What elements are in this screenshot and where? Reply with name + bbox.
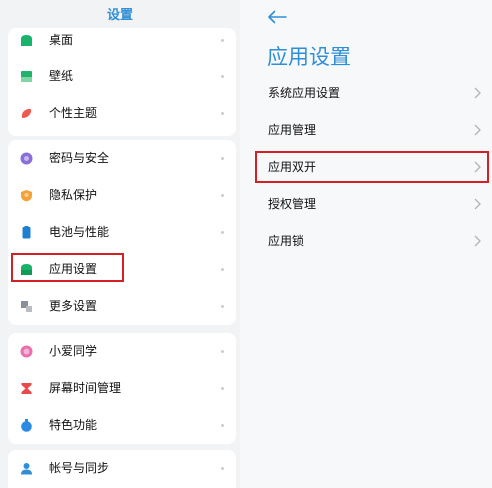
chevron-right-icon [474, 87, 481, 99]
privacy-icon [21, 190, 32, 202]
chevron-right-icon [221, 387, 224, 390]
list-item-label: 授权管理 [268, 197, 317, 211]
list-item-label: 应用锁 [268, 234, 305, 248]
more-settings-icon [21, 301, 32, 312]
list-item-app-management[interactable]: 应用管理 [240, 112, 492, 148]
settings-group-account: 帐号与同步 [8, 450, 236, 488]
battery-icon [22, 226, 31, 239]
screen-time-icon [21, 383, 32, 394]
menu-item-account-sync[interactable]: 帐号与同步 [8, 450, 236, 487]
menu-item-label: 桌面 [49, 33, 74, 47]
menu-item-password-security[interactable]: 密码与安全 [8, 140, 236, 177]
features-icon [21, 419, 32, 432]
chevron-right-icon [221, 350, 224, 353]
chevron-right-icon [221, 112, 224, 115]
settings-group-system: 密码与安全 隐私保护 电池与性能 应用设置 更多设置 [8, 140, 236, 325]
chevron-right-icon [474, 198, 481, 210]
chevron-right-icon [221, 39, 224, 42]
menu-item-more-settings[interactable]: 更多设置 [8, 288, 236, 325]
chevron-right-icon [221, 231, 224, 234]
highlight-box-app-settings [11, 253, 124, 282]
chevron-right-icon [221, 305, 224, 308]
menu-item-label: 特色功能 [49, 418, 98, 432]
app-settings-pane: 应用设置 系统应用设置 应用管理 应用双开 授权管理 应用锁 [240, 0, 492, 488]
chevron-right-icon [221, 157, 224, 160]
menu-item-label: 壁纸 [49, 69, 74, 83]
list-item-label: 应用管理 [268, 123, 317, 137]
chevron-right-icon [221, 75, 224, 78]
desktop-icon [21, 35, 32, 46]
menu-item-label: 小爱同学 [49, 344, 98, 358]
page-title: 应用设置 [267, 45, 351, 69]
settings-group-features: 小爱同学 屏幕时间管理 特色功能 [8, 333, 236, 444]
menu-item-screen-time[interactable]: 屏幕时间管理 [8, 370, 236, 407]
list-item-label: 系统应用设置 [268, 86, 341, 100]
chevron-right-icon [221, 467, 224, 470]
menu-item-privacy[interactable]: 隐私保护 [8, 177, 236, 214]
menu-item-label: 更多设置 [49, 299, 98, 313]
menu-item-label: 电池与性能 [49, 225, 110, 239]
settings-menu-pane: 设置 桌面 壁纸 个性主题 密码与安全 隐私保护 电池与性能 应用设置 更多设置… [0, 0, 240, 488]
account-sync-icon [21, 463, 32, 475]
menu-item-label: 帐号与同步 [49, 461, 110, 475]
menu-item-wallpaper[interactable]: 壁纸 [8, 58, 236, 95]
menu-item-label: 密码与安全 [49, 151, 110, 165]
list-item-system-app-settings[interactable]: 系统应用设置 [240, 75, 492, 111]
chevron-right-icon [221, 268, 224, 271]
chevron-right-icon [474, 124, 481, 136]
menu-item-theme[interactable]: 个性主题 [8, 95, 236, 132]
chevron-right-icon [221, 194, 224, 197]
theme-icon [21, 108, 32, 118]
settings-group-display: 桌面 壁纸 个性主题 [8, 28, 236, 136]
menu-item-label: 个性主题 [49, 106, 98, 120]
menu-item-xiaoai[interactable]: 小爱同学 [8, 333, 236, 370]
wallpaper-icon [21, 71, 32, 82]
menu-item-desktop[interactable]: 桌面 [8, 22, 236, 59]
list-item-permissions[interactable]: 授权管理 [240, 186, 492, 222]
list-item-app-lock[interactable]: 应用锁 [240, 223, 492, 259]
menu-item-label: 屏幕时间管理 [49, 381, 122, 395]
chevron-right-icon [221, 424, 224, 427]
settings-title: 设置 [106, 8, 133, 23]
menu-item-battery[interactable]: 电池与性能 [8, 214, 236, 251]
xiaoai-icon [20, 345, 33, 358]
menu-item-label: 隐私保护 [49, 188, 98, 202]
password-security-icon [20, 152, 33, 165]
highlight-box-dual-apps [255, 151, 489, 183]
chevron-right-icon [474, 235, 481, 247]
back-arrow-icon[interactable] [266, 8, 288, 26]
menu-item-features[interactable]: 特色功能 [8, 407, 236, 444]
